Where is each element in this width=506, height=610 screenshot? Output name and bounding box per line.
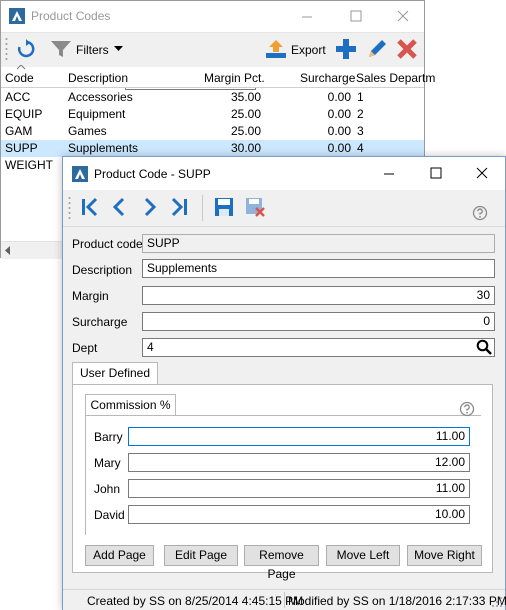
cell-description: Equipment <box>68 107 126 121</box>
surcharge-field[interactable]: 0 <box>142 312 495 331</box>
move-right-button[interactable]: Move Right <box>407 545 482 566</box>
status-bar: Created by SS on 8/25/2014 4:45:15 PM Mo… <box>63 589 506 610</box>
cell-surcharge: 0.00 <box>327 141 351 155</box>
next-record-icon[interactable] <box>142 197 158 217</box>
product-code-label: Product code <box>72 237 143 251</box>
cell-margin: 30.00 <box>230 141 261 155</box>
commission-value-field[interactable]: 11.00 <box>128 427 470 446</box>
column-header-margin-pct[interactable]: Margin Pct. <box>204 71 265 85</box>
product-codes-titlebar: Product Codes <box>1 1 424 31</box>
commission-value-field[interactable]: 11.00 <box>128 479 470 498</box>
remove-page-button[interactable]: Remove Page <box>244 545 319 581</box>
help-icon[interactable] <box>459 401 475 417</box>
product-code-field[interactable]: SUPP <box>142 234 495 253</box>
record-navigation-toolbar <box>63 190 505 227</box>
dept-field[interactable]: 4 <box>142 338 495 357</box>
toolbar-grip-icon <box>5 38 8 60</box>
dept-label: Dept <box>72 341 98 355</box>
export-icon[interactable] <box>265 39 287 59</box>
cell-margin: 35.00 <box>230 90 261 104</box>
table-row[interactable]: GAM Games 25.00 0.00 3 <box>1 123 424 140</box>
surcharge-label: Surcharge <box>72 315 128 329</box>
commission-name-label: John <box>94 482 121 496</box>
filters-label[interactable]: Filters <box>76 43 109 57</box>
resize-grip-icon[interactable] <box>491 596 503 608</box>
cell-code: ACC <box>5 90 31 104</box>
tab-user-defined[interactable]: User Defined <box>72 362 158 385</box>
margin-label: Margin <box>72 289 109 303</box>
maximize-icon[interactable] <box>430 167 442 179</box>
cell-margin: 25.00 <box>230 124 261 138</box>
filters-dropdown-icon[interactable] <box>114 46 123 52</box>
column-header-sales-department[interactable]: Sales Departm <box>356 71 435 85</box>
toolbar-grip-icon <box>68 197 71 219</box>
commission-value-field[interactable]: 10.00 <box>128 505 470 524</box>
cell-description: Games <box>68 124 107 138</box>
commission-value-field[interactable]: 12.00 <box>128 453 470 472</box>
dialog-titlebar: Product Code - SUPP <box>63 157 505 190</box>
description-field[interactable]: Supplements <box>142 259 495 278</box>
refresh-icon[interactable] <box>16 39 36 59</box>
previous-record-icon[interactable] <box>111 197 127 217</box>
margin-field[interactable]: 30 <box>142 286 495 305</box>
cell-sales-dept: 4 <box>357 141 364 155</box>
app-logo-icon <box>9 8 25 24</box>
cell-description: Accessories <box>68 90 133 104</box>
created-status: Created by SS on 8/25/2014 4:45:15 PM <box>87 594 304 608</box>
cell-code: GAM <box>5 124 33 138</box>
product-codes-toolbar: Filters Export <box>1 32 424 90</box>
cell-code: WEIGHT <box>5 158 53 172</box>
cell-description: Supplements <box>68 141 139 155</box>
cell-sales-dept: 2 <box>357 107 364 121</box>
cell-surcharge: 0.00 <box>327 124 351 138</box>
last-record-icon[interactable] <box>169 197 189 217</box>
close-icon[interactable] <box>397 10 409 22</box>
commission-name-label: Mary <box>94 456 121 470</box>
minimize-icon[interactable] <box>383 168 395 180</box>
commission-name-label: Barry <box>94 430 123 444</box>
cell-code: EQUIP <box>5 107 43 121</box>
cell-code: SUPP <box>5 141 38 155</box>
table-row-selected[interactable]: SUPP Supplements 30.00 0.00 4 <box>1 140 424 157</box>
modified-status: Modified by SS on 1/18/2016 2:17:33 PM <box>288 594 506 608</box>
cell-sales-dept: 1 <box>357 90 364 104</box>
product-code-dialog: Product Code - SUPP Product code SUPP De… <box>62 156 506 610</box>
toolbar-separator <box>202 195 203 221</box>
export-label[interactable]: Export <box>291 43 326 57</box>
column-header-code[interactable]: Code <box>5 71 34 85</box>
filter-icon[interactable] <box>50 39 72 59</box>
delete-icon[interactable] <box>396 38 418 60</box>
minimize-icon[interactable] <box>301 11 313 23</box>
add-page-button[interactable]: Add Page <box>85 545 154 566</box>
search-icon[interactable] <box>476 339 492 355</box>
dialog-title: Product Code - SUPP <box>94 167 211 181</box>
tab-commission[interactable]: Commission % <box>85 394 176 416</box>
edit-page-button[interactable]: Edit Page <box>164 545 238 566</box>
maximize-icon[interactable] <box>350 10 362 22</box>
cell-sales-dept: 3 <box>357 124 364 138</box>
description-label: Description <box>72 263 133 277</box>
grid-header: Code Description Margin Pct. Surcharge S… <box>1 65 435 88</box>
scroll-left-icon[interactable] <box>5 246 11 255</box>
window-title: Product Codes <box>31 9 111 23</box>
help-icon[interactable] <box>472 205 488 221</box>
app-logo-icon <box>72 166 88 182</box>
commission-name-label: David <box>94 508 125 522</box>
save-icon[interactable] <box>214 197 234 217</box>
add-icon[interactable] <box>335 38 357 60</box>
cell-surcharge: 0.00 <box>327 107 351 121</box>
cell-margin: 25.00 <box>230 107 261 121</box>
table-row[interactable]: ACC Accessories 35.00 0.00 1 <box>1 89 424 106</box>
sort-asc-icon <box>17 65 25 70</box>
table-row[interactable]: EQUIP Equipment 25.00 0.00 2 <box>1 106 424 123</box>
move-left-button[interactable]: Move Left <box>326 545 400 566</box>
edit-pencil-icon[interactable] <box>366 38 388 60</box>
first-record-icon[interactable] <box>80 197 100 217</box>
column-header-surcharge[interactable]: Surcharge <box>300 71 355 85</box>
column-header-description[interactable]: Description <box>68 71 128 85</box>
cell-surcharge: 0.00 <box>327 90 351 104</box>
status-separator <box>284 592 285 608</box>
close-icon[interactable] <box>476 167 488 179</box>
cancel-changes-icon[interactable] <box>245 197 267 219</box>
